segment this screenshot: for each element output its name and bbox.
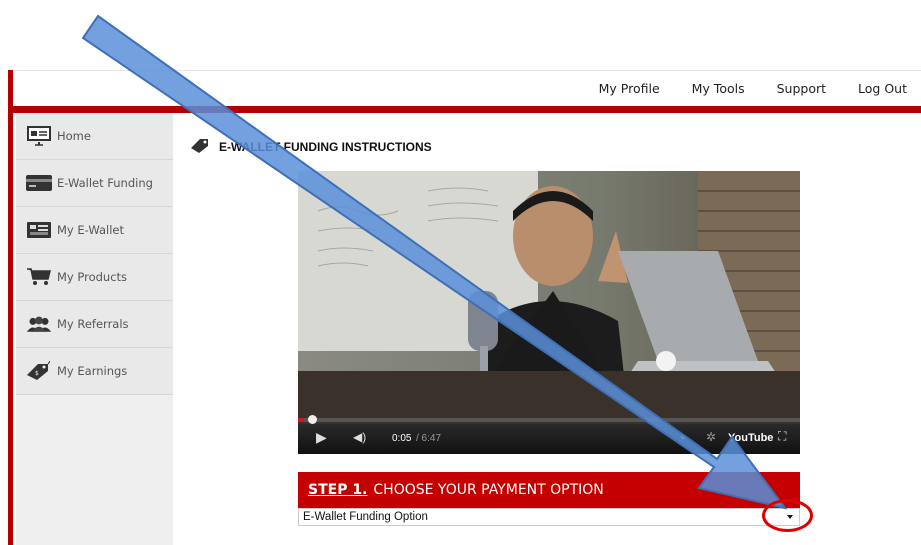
annotation-circle: [762, 499, 813, 532]
annotation-arrow-shape: [81, 14, 788, 510]
annotation-arrow: [81, 14, 788, 510]
